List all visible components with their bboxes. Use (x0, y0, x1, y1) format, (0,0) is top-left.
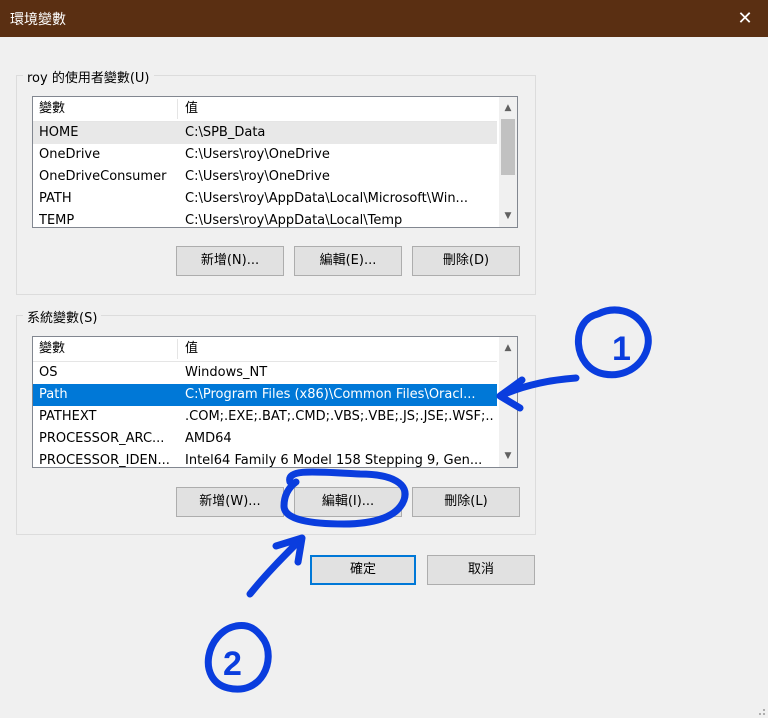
column-separator (177, 339, 178, 359)
variable-value: Windows_NT (185, 365, 268, 380)
annotation-arrow-2 (246, 534, 306, 598)
variable-value: C:\SPB_Data (185, 125, 266, 140)
variable-value: .COM;.EXE;.BAT;.CMD;.VBS;.VBE;.JS;.JSE;.… (185, 409, 493, 424)
variable-name: PROCESSOR_ARC... (39, 431, 165, 446)
annotation-circle-1 (574, 306, 652, 379)
column-header-variable[interactable]: 變數 (39, 337, 65, 361)
user-new-button[interactable]: 新增(N)... (176, 246, 284, 276)
variable-value: C:\Users\roy\OneDrive (185, 169, 330, 184)
scroll-down-icon[interactable]: ▼ (499, 447, 517, 465)
scroll-down-icon[interactable]: ▼ (499, 207, 517, 225)
variable-name: TEMP (39, 213, 75, 228)
user-delete-button[interactable]: 刪除(D) (412, 246, 520, 276)
table-row[interactable]: PROCESSOR_ARC... AMD64 (33, 428, 497, 450)
system-variables-list[interactable]: 變數 值 OS Windows_NT Path C:\Program Files… (32, 336, 518, 468)
table-row[interactable]: OS Windows_NT (33, 362, 497, 384)
window-title: 環境變數 (10, 12, 66, 28)
list-header: 變數 值 (33, 97, 497, 122)
variable-name: HOME (39, 125, 79, 140)
table-row[interactable]: PROCESSOR_IDEN... Intel64 Family 6 Model… (33, 450, 497, 468)
column-separator (177, 99, 178, 119)
annotation-circle-2 (204, 622, 272, 693)
variable-value: C:\Program Files (x86)\Common Files\Orac… (185, 387, 476, 402)
ok-button[interactable]: 確定 (310, 555, 416, 585)
system-new-button[interactable]: 新增(W)... (176, 487, 284, 517)
variable-value: AMD64 (185, 431, 232, 446)
table-row[interactable]: PATH C:\Users\roy\AppData\Local\Microsof… (33, 188, 497, 210)
variable-name: PATH (39, 191, 72, 206)
variable-value: Intel64 Family 6 Model 158 Stepping 9, G… (185, 453, 483, 468)
resize-grip-icon[interactable] (756, 706, 766, 716)
table-row[interactable]: OneDrive C:\Users\roy\OneDrive (33, 144, 497, 166)
title-bar: 環境變數 ✕ (0, 0, 768, 37)
table-row[interactable]: PATHEXT .COM;.EXE;.BAT;.CMD;.VBS;.VBE;.J… (33, 406, 497, 428)
scroll-up-icon[interactable]: ▲ (499, 339, 517, 357)
table-row-selected[interactable]: Path C:\Program Files (x86)\Common Files… (33, 384, 497, 406)
scroll-thumb[interactable] (501, 119, 515, 175)
system-delete-button[interactable]: 刪除(L) (412, 487, 520, 517)
system-edit-button[interactable]: 編輯(I)... (294, 487, 402, 517)
scroll-up-icon[interactable]: ▲ (499, 99, 517, 117)
variable-value: C:\Users\roy\OneDrive (185, 147, 330, 162)
vertical-scrollbar[interactable]: ▲ ▼ (499, 97, 517, 227)
table-row[interactable]: HOME C:\SPB_Data (33, 122, 497, 144)
user-variables-list[interactable]: 變數 值 HOME C:\SPB_Data OneDrive C:\Users\… (32, 96, 518, 228)
variable-value: C:\Users\roy\AppData\Local\Microsoft\Win… (185, 191, 468, 206)
list-header: 變數 值 (33, 337, 497, 362)
column-header-value[interactable]: 值 (185, 337, 198, 361)
table-row[interactable]: OneDriveConsumer C:\Users\roy\OneDrive (33, 166, 497, 188)
column-header-variable[interactable]: 變數 (39, 97, 65, 121)
close-icon[interactable]: ✕ (722, 0, 768, 37)
variable-name: PATHEXT (39, 409, 97, 424)
column-header-value[interactable]: 值 (185, 97, 198, 121)
vertical-scrollbar[interactable]: ▲ ▼ (499, 337, 517, 467)
variable-name: OneDrive (39, 147, 101, 162)
cancel-button[interactable]: 取消 (427, 555, 535, 585)
user-edit-button[interactable]: 編輯(E)... (294, 246, 402, 276)
system-variables-label: 系統變數(S) (23, 307, 102, 326)
variable-name: OneDriveConsumer (39, 169, 167, 184)
variable-name: PROCESSOR_IDEN... (39, 453, 170, 468)
annotation-marker-1: 1 (612, 330, 631, 368)
annotation-marker-2: 2 (223, 645, 242, 683)
variable-value: C:\Users\roy\AppData\Local\Temp (185, 213, 403, 228)
table-row[interactable]: TEMP C:\Users\roy\AppData\Local\Temp (33, 210, 497, 228)
user-variables-label: roy 的使用者變數(U) (23, 67, 154, 86)
variable-name: OS (39, 365, 58, 380)
variable-name: Path (39, 387, 68, 402)
